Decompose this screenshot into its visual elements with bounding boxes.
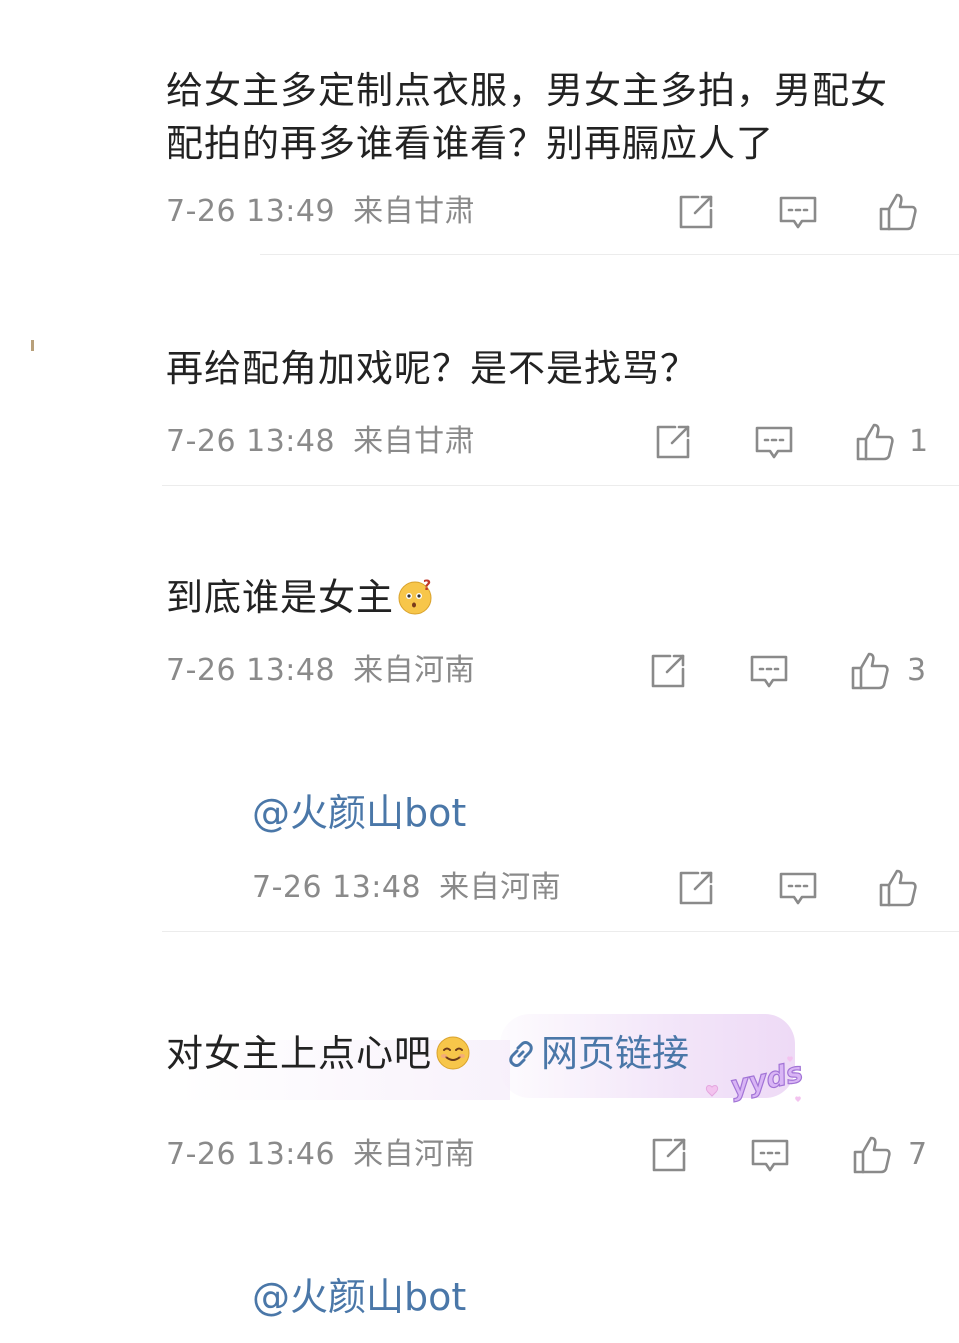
- like-count: 3: [907, 653, 927, 688]
- divider: [162, 931, 959, 932]
- web-link[interactable]: 网页链接: [504, 1027, 689, 1080]
- thumbs-up-icon[interactable]: [850, 651, 890, 691]
- comment-meta: 7-26 13:46 来自河南: [166, 1137, 475, 1173]
- reply-mention-link[interactable]: @火颜山bot: [252, 1274, 466, 1320]
- reply-mention-link[interactable]: @火颜山bot: [252, 790, 466, 836]
- share-icon[interactable]: [648, 651, 688, 691]
- thumbs-up-icon[interactable]: [878, 192, 918, 232]
- comment-meta: 7-26 13:49 来自甘肃: [166, 194, 475, 230]
- comment-text: 对女主上点心吧: [166, 1032, 432, 1075]
- share-icon[interactable]: [676, 192, 716, 232]
- comment-text: 再给配角加戏呢？是不是找骂？: [166, 347, 698, 390]
- web-link-label: 网页链接: [541, 1032, 689, 1075]
- comment-text-line: 给女主多定制点衣服，男女主多拍，男配女: [166, 69, 888, 112]
- thumbs-up-icon[interactable]: [852, 1135, 892, 1175]
- comment-text-line: 配拍的再多谁看谁看？别再膈应人了: [166, 122, 774, 165]
- smile-face-emoji: [434, 1033, 472, 1071]
- comment-location: 来自河南: [353, 653, 476, 688]
- comment-icon[interactable]: [778, 868, 818, 908]
- share-icon[interactable]: [653, 422, 693, 462]
- comment-text-row: 到底谁是女主 ?: [166, 571, 434, 624]
- share-icon[interactable]: [676, 868, 716, 908]
- divider: [162, 485, 959, 486]
- comment-location: 来自甘肃: [353, 194, 476, 229]
- decorative-mark: [31, 340, 34, 351]
- comment-time: 7-26 13:49: [166, 194, 336, 229]
- comment-icon[interactable]: [749, 651, 789, 691]
- thumbs-up-icon[interactable]: [878, 868, 918, 908]
- comment-location: 来自甘肃: [353, 424, 476, 459]
- yyds-badge-text: yyds: [727, 1055, 805, 1103]
- comment-time: 7-26 13:48: [252, 870, 422, 905]
- comment-text: 到底谁是女主: [166, 576, 394, 619]
- thinking-face-emoji: ?: [396, 577, 434, 615]
- comment-icon[interactable]: [778, 192, 818, 232]
- thumbs-up-icon[interactable]: [855, 422, 895, 462]
- link-icon: [504, 1037, 538, 1071]
- svg-text:?: ?: [423, 578, 432, 594]
- yyds-badge: yyds: [700, 1050, 812, 1110]
- comment-icon[interactable]: [754, 422, 794, 462]
- comment-meta: 7-26 13:48 来自河南: [166, 653, 475, 689]
- comment-meta: 7-26 13:48 来自甘肃: [166, 424, 475, 460]
- comment-location: 来自河南: [353, 1137, 476, 1172]
- share-icon[interactable]: [649, 1135, 689, 1175]
- comment-icon[interactable]: [750, 1135, 790, 1175]
- like-count: 1: [909, 424, 929, 459]
- comment-time: 7-26 13:48: [166, 653, 336, 688]
- comment-time: 7-26 13:48: [166, 424, 336, 459]
- comment-location: 来自河南: [439, 870, 562, 905]
- comment-meta: 7-26 13:48 来自河南: [252, 870, 561, 906]
- like-count: 7: [908, 1137, 928, 1172]
- divider: [260, 254, 959, 255]
- comment-text-row: 对女主上点心吧: [166, 1027, 472, 1080]
- comment-time: 7-26 13:46: [166, 1137, 336, 1172]
